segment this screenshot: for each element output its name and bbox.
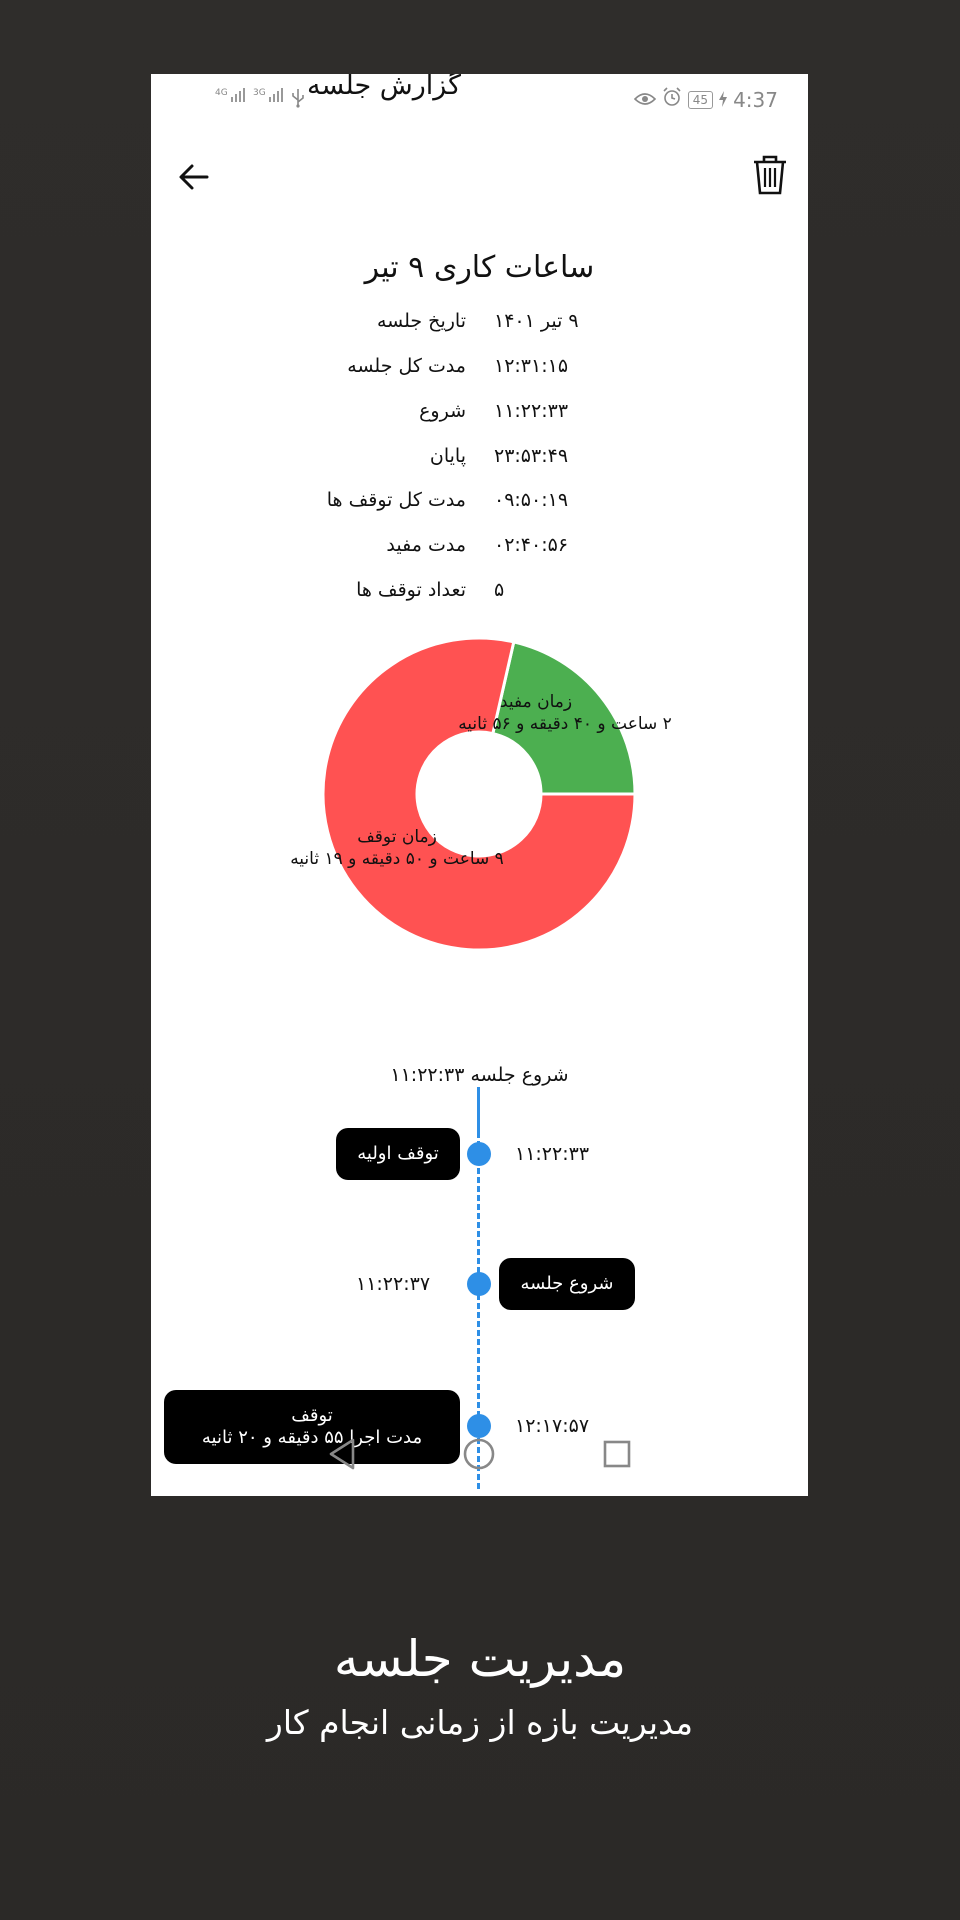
signal-4g-icon: 4G bbox=[215, 88, 245, 102]
info-label: پایان bbox=[429, 445, 466, 467]
clock-time: 4:37 bbox=[733, 87, 778, 112]
square-recents-icon bbox=[603, 1440, 631, 1468]
timeline-event-pill[interactable]: شروع جلسه bbox=[499, 1258, 635, 1310]
status-bar: 4G 3G 45 4:37 bbox=[151, 74, 808, 126]
info-label: تعداد توقف ها bbox=[356, 579, 466, 601]
slice-label-useful-detail: ۲ ساعت و ۴۰ دقیقه و ۵۶ ثانیه bbox=[458, 714, 672, 734]
app-bar: گزارش جلسه bbox=[151, 74, 808, 214]
back-button[interactable] bbox=[177, 160, 211, 194]
report-title: ساعات کاری ۹ تیر bbox=[364, 250, 595, 285]
info-value: ۰۲:۴۰:۵۶ bbox=[494, 534, 569, 556]
info-row-useful: مدت مفید ۰۲:۴۰:۵۶ bbox=[151, 534, 808, 564]
nav-home-button[interactable] bbox=[459, 1434, 499, 1474]
delete-button[interactable] bbox=[752, 154, 788, 196]
charging-icon bbox=[719, 88, 728, 112]
triangle-back-icon bbox=[329, 1438, 355, 1470]
timeline-dot bbox=[467, 1272, 491, 1296]
info-label: مدت مفید bbox=[386, 534, 466, 556]
timeline-dot bbox=[467, 1142, 491, 1166]
nav-back-button[interactable] bbox=[323, 1434, 363, 1474]
arrow-left-icon bbox=[179, 164, 209, 190]
info-row-pause-count: تعداد توقف ها ۵ bbox=[151, 579, 808, 609]
slice-label-pause-name: زمان توقف bbox=[357, 827, 437, 847]
info-row-date: تاریخ جلسه ۹ تیر ۱۴۰۱ bbox=[151, 310, 808, 340]
signal-4g-label: 4G bbox=[215, 88, 228, 98]
info-label: مدت کل جلسه bbox=[347, 355, 466, 377]
donut-chart: زمان مفید ۲ ساعت و ۴۰ دقیقه و ۵۶ ثانیه ز… bbox=[290, 636, 672, 952]
nav-recents-button[interactable] bbox=[597, 1434, 637, 1474]
timeline-event-time: ۱۱:۲۲:۳۳ bbox=[515, 1143, 590, 1165]
promo-subtitle: مدیریت بازه از زمانی انجام کار bbox=[266, 1703, 694, 1742]
eye-icon bbox=[633, 88, 656, 112]
promo-title: مدیریت جلسه bbox=[333, 1630, 627, 1688]
battery-indicator: 45 bbox=[687, 90, 714, 109]
system-nav-bar bbox=[151, 1414, 808, 1494]
alarm-icon bbox=[662, 87, 682, 112]
info-value: ۱۱:۲۲:۳۳ bbox=[494, 400, 569, 422]
trash-icon bbox=[754, 155, 786, 195]
info-value: ۰۹:۵۰:۱۹ bbox=[494, 489, 569, 511]
page-title: گزارش جلسه bbox=[306, 74, 461, 101]
info-row-total-pauses: مدت کل توقف ها ۰۹:۵۰:۱۹ bbox=[151, 489, 808, 519]
slice-label-pause-detail: ۹ ساعت و ۵۰ دقیقه و ۱۹ ثانیه bbox=[290, 849, 504, 869]
info-label: شروع bbox=[419, 400, 466, 422]
info-row-total-duration: مدت کل جلسه ۱۲:۳۱:۱۵ bbox=[151, 355, 808, 385]
circle-home-icon bbox=[463, 1438, 495, 1470]
info-row-start: شروع ۱۱:۲۲:۳۳ bbox=[151, 400, 808, 430]
info-value: ۹ تیر ۱۴۰۱ bbox=[494, 310, 579, 332]
info-value: ۵ bbox=[494, 579, 505, 601]
info-row-end: پایان ۲۳:۵۳:۴۹ bbox=[151, 445, 808, 475]
info-label: مدت کل توقف ها bbox=[326, 489, 466, 511]
phone-screen: 4G 3G 45 4:37 گزارش جلسه ساعات کاری ۹ تی… bbox=[151, 74, 808, 1496]
timeline-event-time: ۱۱:۲۲:۳۷ bbox=[356, 1273, 431, 1295]
timeline-line-start bbox=[477, 1087, 480, 1137]
info-value: ۱۲:۳۱:۱۵ bbox=[494, 355, 569, 377]
slice-label-useful-name: زمان مفید bbox=[500, 692, 572, 712]
info-value: ۲۳:۵۳:۴۹ bbox=[494, 445, 569, 467]
timeline-start-label: شروع جلسه ۱۱:۲۲:۳۳ bbox=[390, 1064, 569, 1086]
timeline-event-pill[interactable]: توقف اولیه bbox=[336, 1128, 460, 1180]
info-label: تاریخ جلسه bbox=[376, 310, 466, 332]
